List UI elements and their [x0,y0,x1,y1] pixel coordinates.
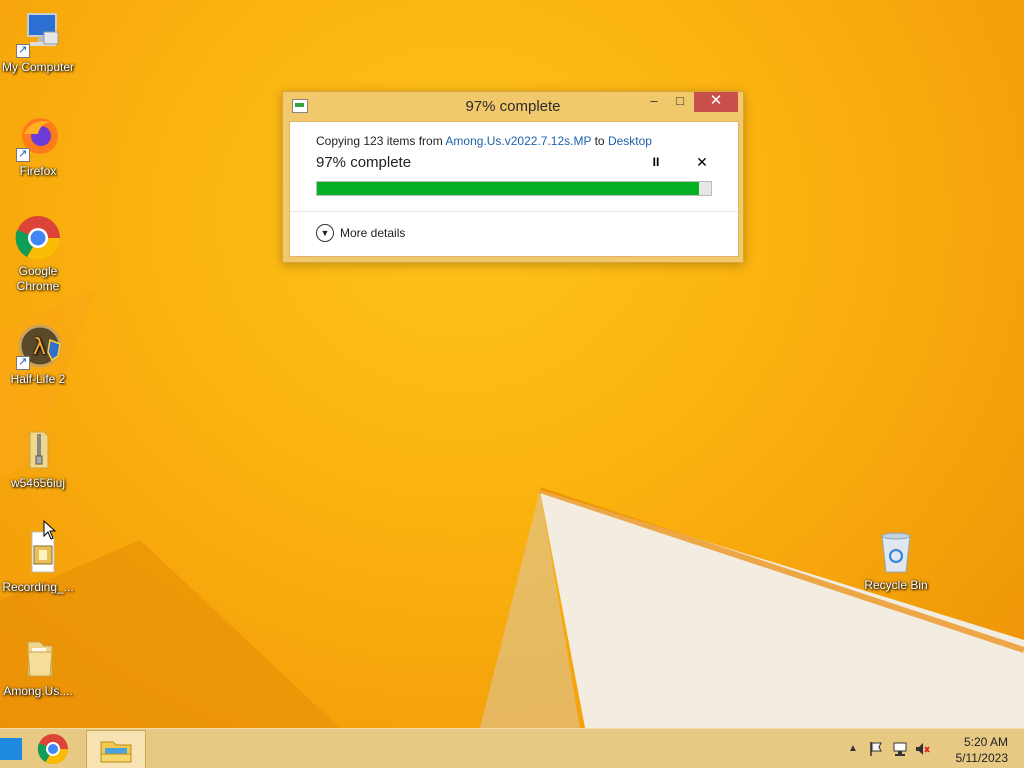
desktop-icon-my-computer[interactable]: My Computer [0,10,76,75]
half-life-2-icon: λ [14,322,62,370]
pause-button[interactable]: II [648,155,664,171]
dialog-body: Copying 123 items from Among.Us.v2022.7.… [289,121,739,257]
recycle-bin-icon [872,528,920,576]
desktop-icon-label: Firefox [19,164,57,178]
cancel-copy-button[interactable]: ✕ [694,154,710,170]
clock-time: 5:20 AM [963,735,1008,749]
network-icon[interactable] [892,741,908,760]
more-details-label: More details [340,226,406,240]
desktop-icon-among-us-folder[interactable]: Among.Us.... [0,634,76,699]
copy-description: Copying 123 items from Among.Us.v2022.7.… [316,134,652,148]
desktop-icon-half-life-2[interactable]: λ Half-Life 2 [0,322,76,387]
copy-progress-dialog: 97% complete – □ ✕ Copying 123 items fro… [282,91,744,263]
desktop-icon-recycle-bin[interactable]: Recycle Bin [858,528,934,593]
progress-bar [316,181,712,196]
chevron-down-icon: ▼ [316,224,334,242]
source-link[interactable]: Among.Us.v2022.7.12s.MP [445,134,591,148]
desktop-icon-label: Recording_... [2,580,74,594]
zip-folder-icon [14,426,62,474]
progress-status: 97% complete [316,154,412,171]
action-center-flag-icon[interactable] [868,741,884,760]
show-hidden-icons-icon[interactable]: ▲ [848,743,858,754]
divider [290,211,738,212]
desktop-icon-label: Recycle Bin [864,578,928,592]
chrome-icon [37,734,68,765]
clock-date: 5/11/2023 [955,751,1009,765]
chrome-icon [14,214,62,262]
desktop-icon-label: Among.Us.... [3,684,73,698]
desktop-icon-google-chrome[interactable]: Google Chrome [0,214,76,294]
folder-icon [14,634,62,682]
close-button[interactable]: ✕ [694,92,738,112]
copy-to-text: to [591,134,608,148]
desktop: My Computer Firefox Google Chrome [0,0,1024,728]
file-explorer-icon [100,741,132,763]
desktop-icon-label: w54656iuj [10,476,66,490]
svg-text:λ: λ [33,335,46,360]
more-details-toggle[interactable]: ▼ More details [316,224,405,242]
copy-prefix-text: Copying 123 items from [316,134,446,148]
clock[interactable]: 5:20 AM 5/11/2023 [956,734,1009,766]
taskbar-file-explorer-button[interactable] [86,730,146,768]
dialog-titlebar[interactable]: 97% complete – □ ✕ [283,92,743,120]
desktop-icon-label: Google Chrome [16,264,60,293]
taskbar: ▲ 5:20 AM 5/11/2023 [0,728,1024,768]
system-tray: ▲ 5:20 AM 5/11/2023 [844,729,1024,768]
firefox-icon [14,114,62,162]
computer-icon [14,10,62,58]
taskbar-chrome-button[interactable] [34,733,72,765]
desktop-icon-firefox[interactable]: Firefox [0,114,76,179]
maximize-button[interactable]: □ [667,92,693,112]
desktop-icon-label: My Computer [1,60,75,74]
desktop-icon-w54656iuj[interactable]: w54656iuj [0,426,76,491]
destination-link[interactable]: Desktop [608,134,652,148]
progress-bar-fill [317,182,700,195]
minimize-button[interactable]: – [641,92,667,112]
mouse-cursor-icon [43,520,57,540]
desktop-icon-label: Half-Life 2 [10,372,66,386]
desktop-icon-recording[interactable]: Recording_... [0,530,76,595]
start-button[interactable] [0,738,22,760]
volume-muted-icon[interactable] [914,741,930,760]
